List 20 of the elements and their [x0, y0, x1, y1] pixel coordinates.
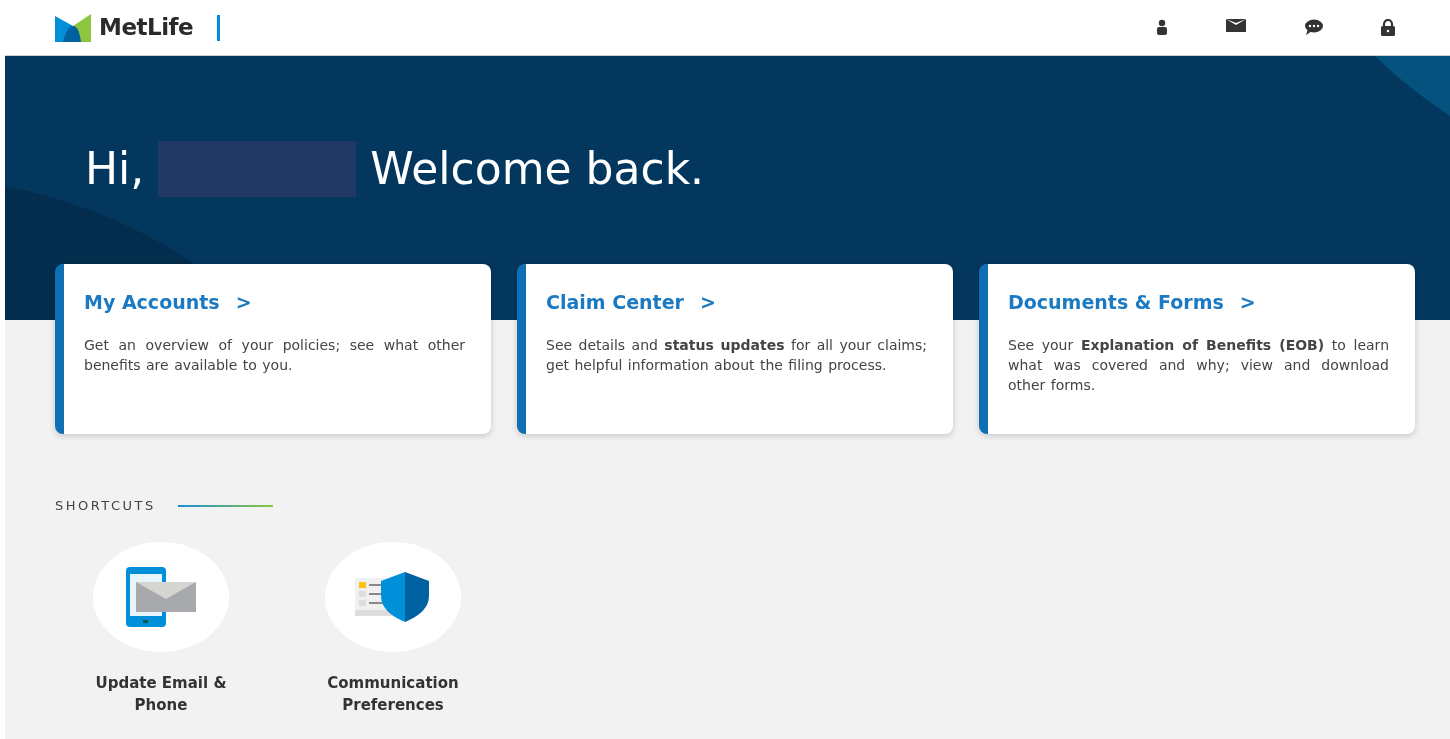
card-description: See your Explanation of Benefits (EOB) to learn what was covered and why; view and download other forms.: [1008, 335, 1389, 395]
shield-icon: [355, 571, 431, 622]
phone-mail-icon: [126, 566, 196, 627]
greeting-text: Hi,: [85, 142, 145, 196]
welcome-text: Welcome back.: [370, 142, 705, 196]
shortcut-label[interactable]: Communication Preferences: [302, 671, 484, 716]
card-title-link[interactable]: Claim Center >: [546, 288, 716, 317]
card-title-link[interactable]: Documents & Forms >: [1008, 288, 1256, 317]
section-heading: SHORTCUTS: [55, 497, 156, 515]
card-title-link[interactable]: My Accounts >: [84, 288, 252, 317]
card-description: Get an overview of your policies; see what other benefits are available to you.: [84, 335, 465, 375]
lock-icon[interactable]: [1381, 19, 1395, 36]
user-icon[interactable]: [1156, 19, 1168, 35]
shortcut-label[interactable]: Update Email & Phone: [70, 671, 252, 716]
card-description: See details and status updates for all your claims; get helpful information about the filing process.: [546, 335, 927, 375]
logo-icon: [55, 13, 91, 42]
chat-icon[interactable]: [1304, 19, 1323, 35]
mail-icon[interactable]: [1226, 19, 1246, 32]
brand-name: MetLife: [99, 13, 194, 43]
divider-bar: [217, 14, 221, 41]
